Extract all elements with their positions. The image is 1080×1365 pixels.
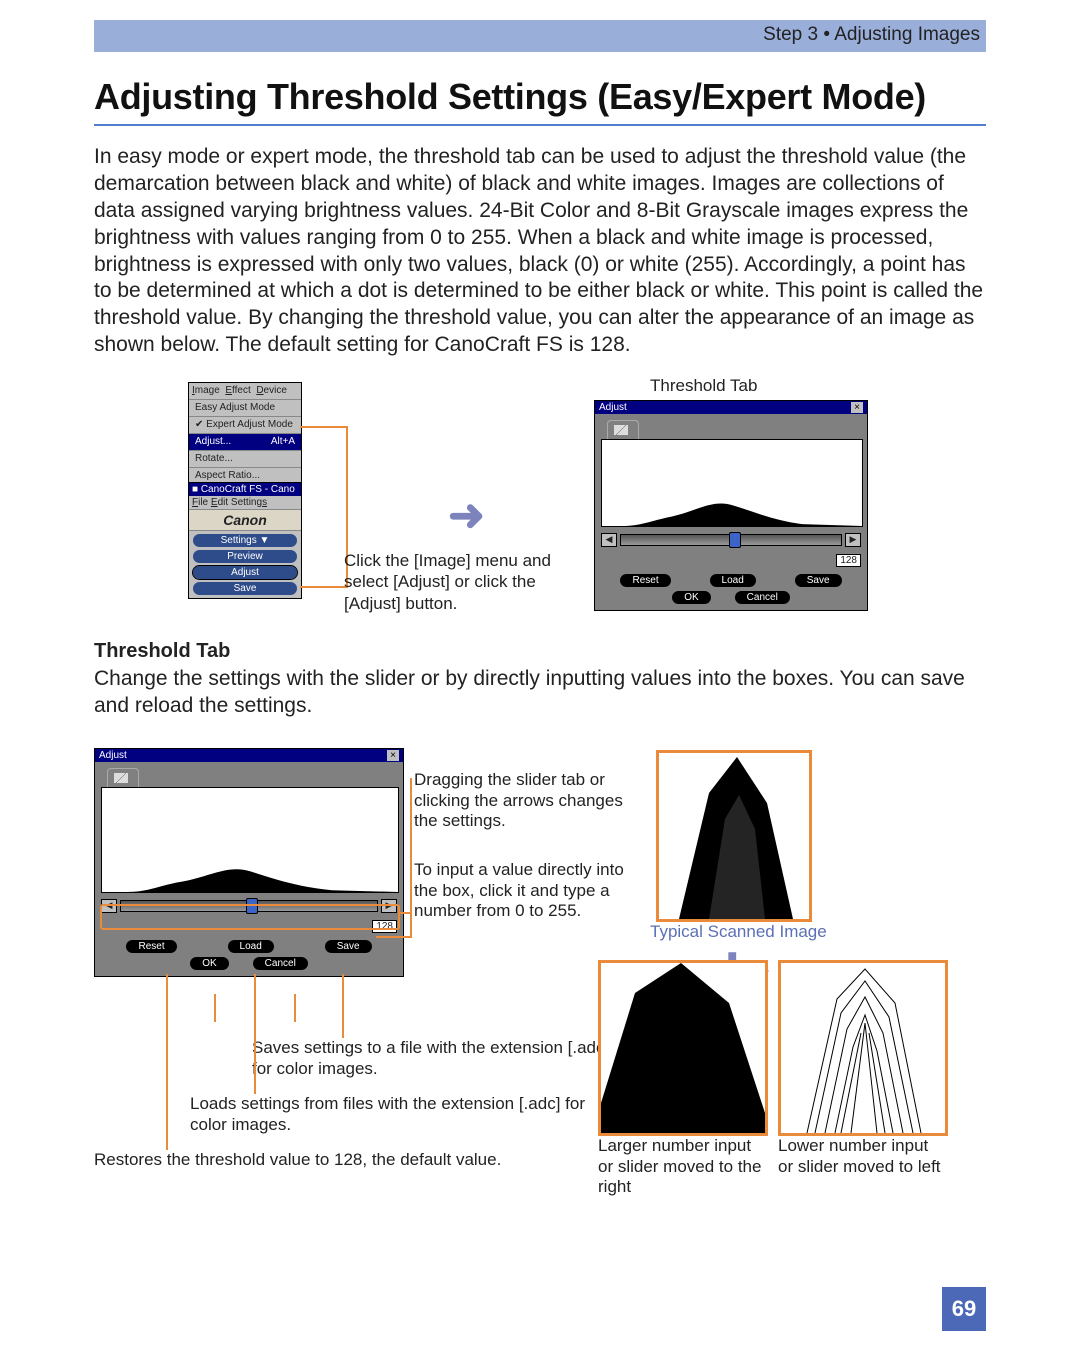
histogram (601, 439, 863, 527)
menubar-item[interactable]: File (192, 497, 208, 508)
callout-slider: Dragging the slider tab or clicking the … (414, 770, 624, 832)
caption-click-image-menu: Click the [Image] menu and select [Adjus… (344, 550, 564, 614)
adjust-button[interactable]: Adjust (193, 566, 297, 579)
ok-button[interactable]: OK (672, 591, 710, 604)
example-lower-image (778, 960, 948, 1136)
preview-button[interactable]: Preview (193, 550, 297, 563)
save-button[interactable]: Save (193, 582, 297, 595)
save-button[interactable]: Save (325, 940, 372, 953)
histogram (101, 787, 399, 893)
menu-item-selected[interactable]: Adjust...Alt+A (189, 433, 301, 450)
threshold-tab[interactable] (107, 768, 139, 787)
ok-button[interactable]: OK (190, 957, 228, 970)
load-button[interactable]: Load (228, 940, 274, 953)
page-number: 69 (942, 1287, 986, 1331)
menubar-item[interactable]: Edit (211, 497, 228, 508)
highlight-slider-row (100, 904, 400, 930)
reset-button[interactable]: Reset (126, 940, 176, 953)
brand-logo: Canon (189, 509, 301, 531)
window-titlebar: ■ CanoCraft FS - Cano (189, 483, 301, 496)
dialog-titlebar: Adjust× (95, 749, 403, 762)
app-window: ■ CanoCraft FS - Cano File Edit Settings… (188, 482, 302, 599)
menu-item[interactable]: ✔ Expert Adjust Mode (189, 416, 301, 433)
menubar-item[interactable]: Settings (231, 497, 267, 508)
section-body: Change the settings with the slider or b… (94, 666, 986, 720)
callout-input: To input a value directly into the box, … (414, 860, 624, 922)
caption-larger: Larger number input or slider moved to t… (598, 1136, 768, 1198)
threshold-value-input[interactable]: 128 (836, 554, 861, 567)
threshold-slider[interactable] (620, 534, 842, 546)
threshold-tab-label: Threshold Tab (650, 376, 757, 396)
cancel-button[interactable]: Cancel (253, 957, 308, 970)
adjust-dialog: Adjust× ◀ ▶ 128 Reset (594, 400, 868, 611)
menu-head-device[interactable]: Device (256, 385, 287, 396)
breadcrumb: Step 3 • Adjusting Images (763, 24, 980, 46)
save-button[interactable]: Save (795, 574, 842, 587)
caption-lower: Lower number input or slider moved to le… (778, 1136, 948, 1177)
example-typical-image (656, 750, 812, 922)
close-icon[interactable]: × (387, 750, 399, 761)
adjust-dialog-large: Adjust× ◀ ▶ 128 Reset (94, 748, 404, 977)
typical-scanned-label: Typical Scanned Image (650, 922, 827, 942)
menu-head-image[interactable]: Image (192, 385, 220, 396)
close-icon[interactable]: × (851, 402, 863, 413)
section-heading: Threshold Tab (94, 640, 230, 663)
slider-thumb[interactable] (729, 532, 741, 548)
menu-head-effect[interactable]: Effect (225, 385, 250, 396)
slider-dec-button[interactable]: ◀ (601, 533, 617, 547)
example-larger-image (598, 960, 768, 1136)
arrow-right-icon: ➜ (448, 490, 485, 541)
menu-item[interactable]: Rotate... (189, 450, 301, 467)
image-menu: Image Effect Device Easy Adjust Mode ✔ E… (188, 382, 302, 485)
reset-button[interactable]: Reset (620, 574, 670, 587)
intro-paragraph: In easy mode or expert mode, the thresho… (94, 144, 986, 359)
threshold-tab[interactable] (607, 420, 639, 439)
callout-load: Loads settings from files with the exten… (190, 1094, 620, 1135)
settings-button[interactable]: Settings ▼ (193, 534, 297, 547)
page-title: Adjusting Threshold Settings (Easy/Exper… (94, 76, 986, 126)
callout-reset: Restores the threshold value to 128, the… (94, 1150, 614, 1171)
cancel-button[interactable]: Cancel (735, 591, 790, 604)
menu-item[interactable]: Easy Adjust Mode (189, 399, 301, 416)
dialog-titlebar: Adjust× (595, 401, 867, 414)
callout-save: Saves settings to a file with the extens… (252, 1038, 612, 1079)
slider-inc-button[interactable]: ▶ (845, 533, 861, 547)
load-button[interactable]: Load (710, 574, 756, 587)
